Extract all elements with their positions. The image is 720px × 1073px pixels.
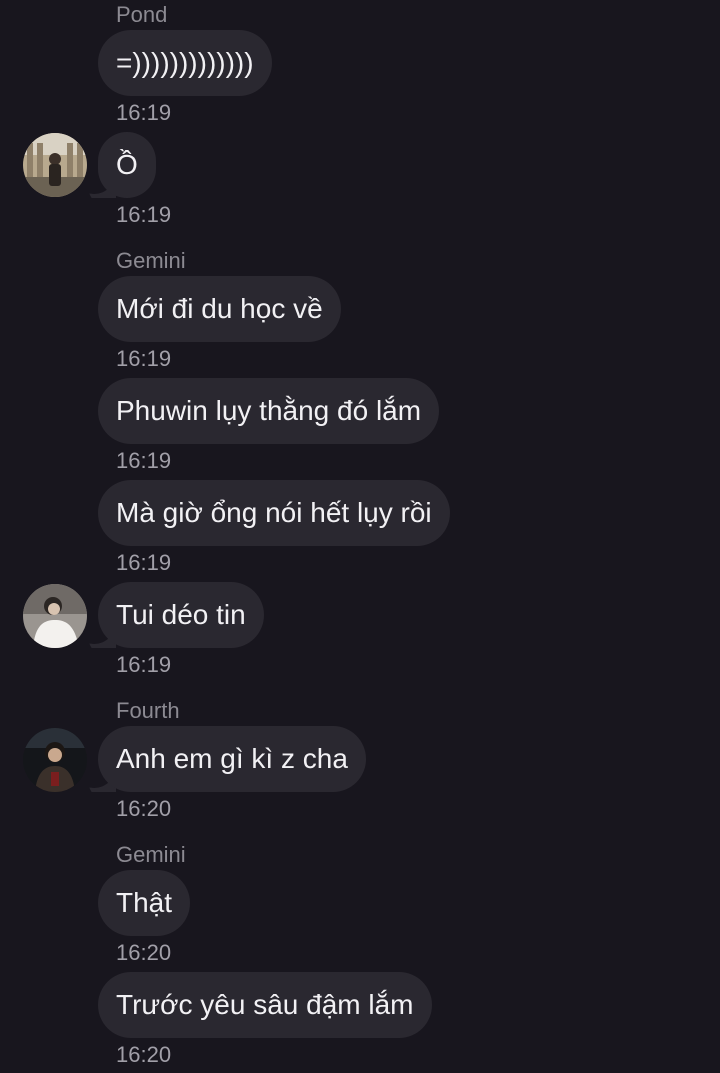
message-timestamp: 16:19 bbox=[116, 448, 172, 473]
avatar[interactable] bbox=[23, 584, 87, 648]
message-bubble[interactable]: Mà giờ ổng nói hết lụy rồi bbox=[98, 480, 450, 546]
message-bubble[interactable]: Anh em gì kì z cha bbox=[98, 726, 366, 792]
message-bubble[interactable]: Tui déo tin bbox=[98, 582, 264, 648]
message-timestamp: 16:20 bbox=[116, 1042, 172, 1067]
message-timestamp: 16:19 bbox=[116, 100, 172, 125]
message-timestamp: 16:19 bbox=[116, 346, 172, 371]
avatar[interactable] bbox=[23, 133, 87, 197]
message-timestamp: 16:19 bbox=[116, 652, 172, 677]
message-bubble[interactable]: Thật bbox=[98, 870, 191, 936]
message-timestamp: 16:20 bbox=[116, 940, 172, 965]
message-text: Trước yêu sâu đậm lắm bbox=[116, 989, 414, 1020]
message-timestamp: 16:19 bbox=[116, 202, 172, 227]
sender-name: Gemini bbox=[116, 248, 186, 273]
message-bubble[interactable]: Ồ bbox=[98, 132, 156, 198]
message-text: =))))))))))))) bbox=[116, 47, 254, 78]
avatar[interactable] bbox=[23, 728, 87, 792]
chat-thread[interactable]: Pond =))))))))))))) 16:19 Ồ 16:19 Gemini… bbox=[0, 0, 720, 1073]
sender-name: Pond bbox=[116, 2, 168, 27]
message-text: Ồ bbox=[116, 149, 138, 180]
message-bubble[interactable]: Phuwin lụy thằng đó lắm bbox=[98, 378, 440, 444]
message-text: Phuwin lụy thằng đó lắm bbox=[116, 395, 422, 426]
sender-name: Fourth bbox=[116, 698, 180, 723]
message-text: Tui déo tin bbox=[116, 599, 246, 630]
message-bubble[interactable]: =))))))))))))) bbox=[98, 30, 272, 96]
message-text: Anh em gì kì z cha bbox=[116, 743, 348, 774]
message-bubble[interactable]: Mới đi du học về bbox=[98, 276, 341, 342]
message-timestamp: 16:20 bbox=[116, 796, 172, 821]
message-text: Mà giờ ổng nói hết lụy rồi bbox=[116, 497, 432, 528]
avatar-photo-dark bbox=[23, 728, 87, 792]
message-text: Thật bbox=[116, 887, 173, 918]
message-text: Mới đi du học về bbox=[116, 293, 323, 324]
message-timestamp: 16:19 bbox=[116, 550, 172, 575]
avatar-photo-white-shirt bbox=[23, 584, 87, 648]
message-bubble[interactable]: Trước yêu sâu đậm lắm bbox=[98, 972, 432, 1038]
avatar-photo-building bbox=[23, 133, 87, 197]
sender-name: Gemini bbox=[116, 842, 186, 867]
